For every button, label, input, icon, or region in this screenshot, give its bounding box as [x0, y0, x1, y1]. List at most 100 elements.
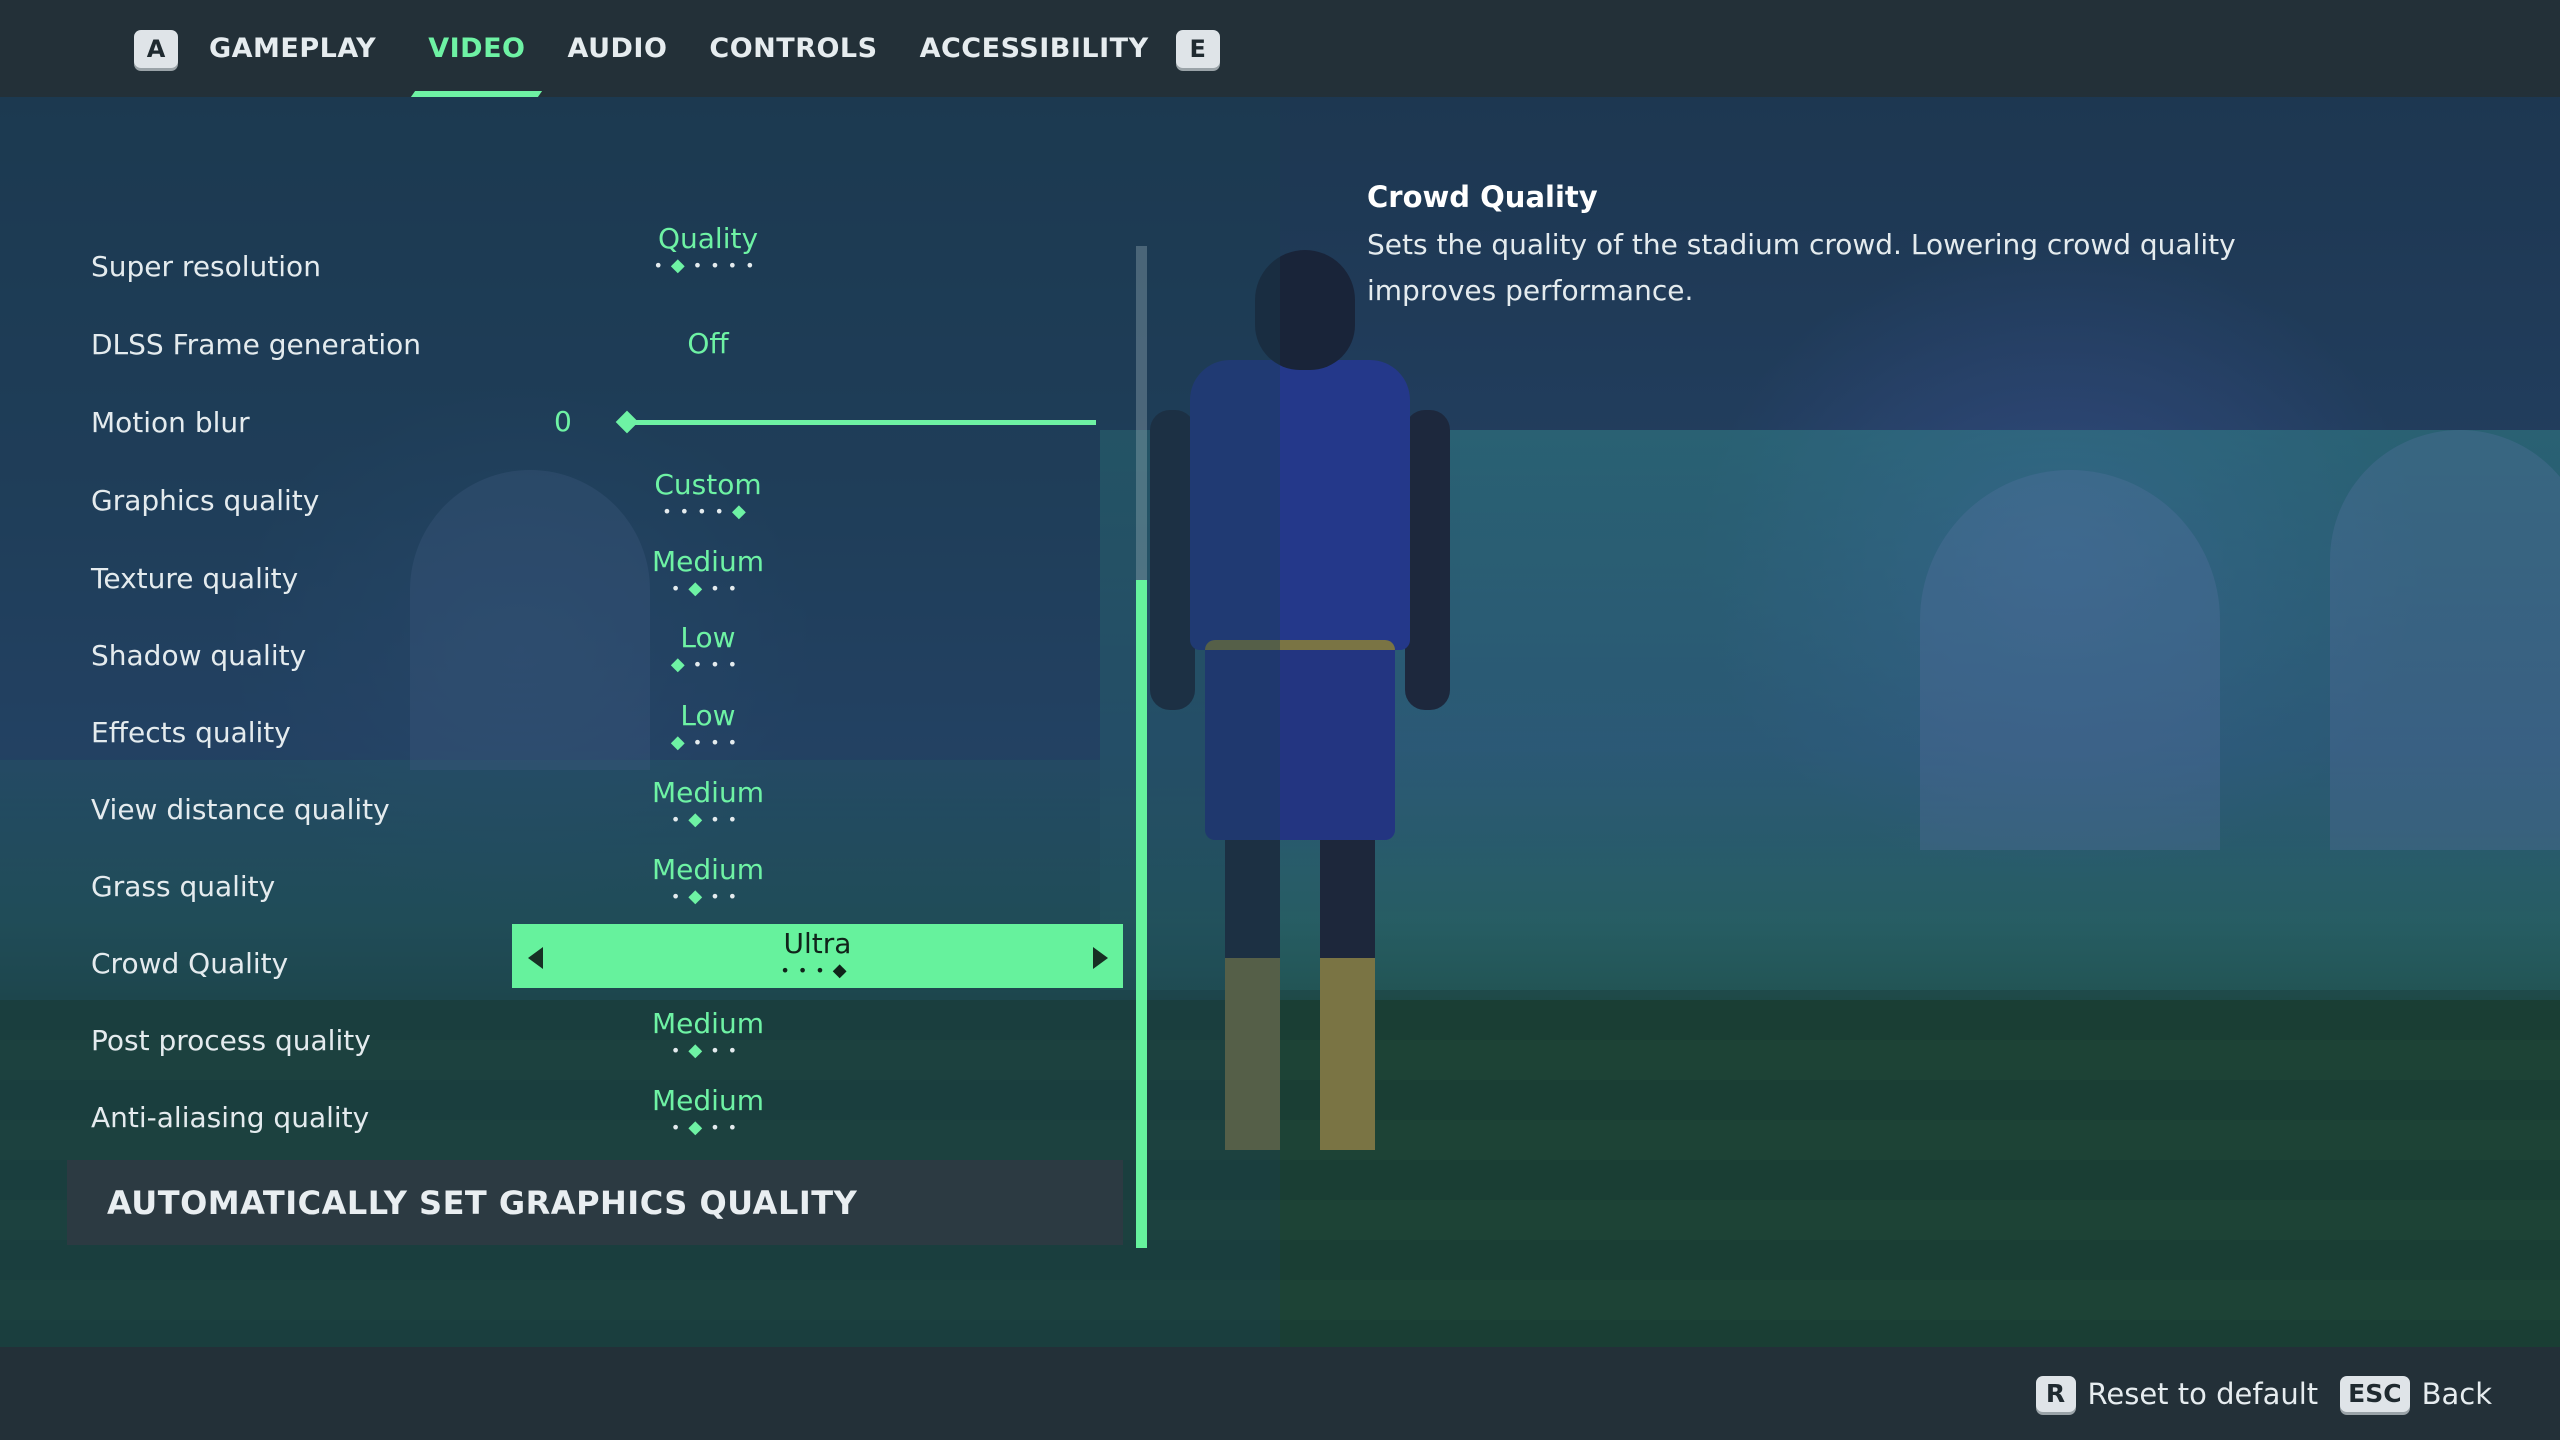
level-dot: •	[670, 810, 689, 829]
reset-to-default-hint[interactable]: R Reset to default	[2035, 1375, 2319, 1412]
level-dot: •	[727, 733, 746, 752]
tab-controls[interactable]: CONTROLS	[694, 0, 892, 97]
level-dot: •	[692, 655, 711, 674]
level-dot-active: ◆	[688, 809, 711, 830]
level-dot: •	[710, 256, 728, 275]
level-dot: •	[692, 256, 711, 275]
back-hint[interactable]: ESC Back	[2340, 1375, 2492, 1412]
setting-texture-quality[interactable]: Texture quality Medium •◆••	[91, 545, 1131, 609]
setting-label: Super resolution	[91, 249, 321, 283]
level-dots: •◆••	[512, 1118, 904, 1137]
setting-value: Quality	[657, 222, 759, 255]
level-dot-active: ◆	[688, 886, 711, 907]
setting-value: Off	[687, 327, 729, 360]
level-dots: •◆••	[512, 579, 904, 598]
setting-motion-blur[interactable]: Motion blur 0	[91, 391, 1131, 453]
level-dots: •◆••••	[512, 256, 904, 275]
level-dot: •	[710, 1118, 728, 1137]
setting-value: Ultra	[783, 927, 852, 960]
level-dot: •	[662, 502, 680, 521]
prev-tab-key[interactable]: A	[134, 29, 178, 68]
level-dot: •	[727, 810, 746, 829]
setting-label: Crowd Quality	[91, 946, 289, 980]
setting-label: Grass quality	[91, 869, 276, 903]
back-key: ESC	[2340, 1375, 2410, 1412]
setting-value-selector[interactable]: Quality •◆••••	[512, 221, 1212, 283]
back-label: Back	[2421, 1376, 2492, 1411]
level-dot-active: ◆	[670, 654, 693, 675]
setting-value-selector[interactable]: Medium •◆••	[512, 1006, 1212, 1068]
setting-effects-quality[interactable]: Effects quality Low ◆•••	[91, 699, 1131, 763]
next-tab-key[interactable]: E	[1175, 29, 1220, 68]
setting-value-selector[interactable]: Custom ••••◆	[512, 467, 1212, 529]
setting-value-selector[interactable]: Ultra •••◆	[512, 924, 1212, 994]
setting-value-selector[interactable]: Medium •◆••	[512, 775, 1212, 837]
level-dot: •	[653, 256, 671, 275]
scrollbar-thumb[interactable]	[1136, 580, 1147, 1248]
setting-label: Shadow quality	[91, 638, 307, 672]
level-dot-active: ◆	[670, 732, 693, 753]
tab-video[interactable]: VIDEO	[413, 0, 540, 97]
setting-anti-aliasing-quality[interactable]: Anti-aliasing quality Medium •◆••	[91, 1084, 1131, 1148]
button-hints: R Reset to default ESC Back	[2014, 1347, 2492, 1440]
level-dot: •	[727, 1118, 746, 1137]
motion-blur-slider-track[interactable]	[626, 420, 1096, 425]
auto-set-graphics-quality-button[interactable]: AUTOMATICALLY SET GRAPHICS QUALITY	[67, 1160, 1123, 1245]
level-dot: •	[679, 502, 698, 521]
level-dot: •	[727, 887, 746, 906]
level-dots: •◆••	[512, 1041, 904, 1060]
setting-label: Post process quality	[91, 1023, 371, 1057]
setting-value: Low	[680, 699, 736, 732]
level-dot: •	[727, 256, 746, 275]
setting-shadow-quality[interactable]: Shadow quality Low ◆•••	[91, 621, 1131, 686]
setting-crowd-quality[interactable]: Crowd Quality Ultra •••◆	[91, 924, 1131, 994]
motion-blur-slider-handle[interactable]	[615, 410, 639, 434]
level-dot: •	[710, 579, 728, 598]
description-text: Sets the quality of the stadium crowd. L…	[1367, 228, 2236, 307]
level-dot: •	[797, 961, 816, 980]
setting-value-selector[interactable]: Low ◆•••	[512, 620, 1212, 682]
setting-value-selector[interactable]: Medium •◆••	[512, 1083, 1212, 1145]
level-dot-active: ◆	[670, 255, 693, 276]
tab-accessibility[interactable]: ACCESSIBILITY	[905, 0, 1164, 97]
level-dots: ◆•••	[512, 733, 904, 752]
tab-gameplay[interactable]: GAMEPLAY	[194, 0, 391, 97]
level-dot: •	[815, 961, 833, 980]
level-dot: •	[780, 961, 798, 980]
setting-graphics-quality[interactable]: Graphics quality Custom ••••◆	[91, 468, 1131, 531]
setting-value: Custom	[654, 468, 762, 501]
setting-value-selector[interactable]: Low ◆•••	[512, 698, 1212, 760]
level-dot: •	[710, 887, 728, 906]
setting-value-selector[interactable]: Medium •◆••	[512, 852, 1212, 914]
setting-grass-quality[interactable]: Grass quality Medium •◆••	[91, 853, 1131, 917]
setting-dlss-frame-generation[interactable]: DLSS Frame generation Off	[91, 313, 1131, 375]
setting-label: Motion blur	[91, 405, 250, 439]
settings-tabs: A GAMEPLAY VIDEO AUDIO CONTROLS ACCESSIB…	[134, 0, 1220, 97]
setting-post-process-quality[interactable]: Post process quality Medium •◆••	[91, 1007, 1131, 1071]
setting-value-selector[interactable]: Off	[512, 313, 1212, 375]
level-dot: •	[714, 502, 732, 521]
setting-label: Graphics quality	[91, 483, 320, 517]
level-dot-active: ◆	[832, 960, 855, 981]
level-dot-active: ◆	[731, 501, 754, 522]
setting-label: View distance quality	[91, 792, 390, 826]
setting-description-panel: Crowd Quality Sets the quality of the st…	[1367, 180, 2267, 314]
level-dot: •	[745, 256, 763, 275]
level-dot: •	[710, 655, 728, 674]
arrow-right-icon[interactable]	[1093, 947, 1108, 969]
reset-label: Reset to default	[2087, 1376, 2319, 1411]
setting-value: Medium	[652, 853, 764, 886]
setting-view-distance-quality[interactable]: View distance quality Medium •◆••	[91, 776, 1131, 840]
level-dot: •	[710, 810, 728, 829]
setting-label: Effects quality	[91, 715, 291, 749]
setting-value-selector[interactable]: Medium •◆••	[512, 544, 1212, 606]
level-dot-active: ◆	[688, 1040, 711, 1061]
level-dot: •	[710, 733, 728, 752]
level-dots: •◆••	[512, 810, 904, 829]
tab-audio[interactable]: AUDIO	[553, 0, 683, 97]
level-dot: •	[710, 1041, 728, 1060]
setting-label: DLSS Frame generation	[91, 327, 422, 361]
setting-super-resolution[interactable]: Super resolution Quality •◆••••	[91, 222, 1131, 297]
setting-value: Medium	[652, 545, 764, 578]
level-dot: •	[670, 1118, 689, 1137]
